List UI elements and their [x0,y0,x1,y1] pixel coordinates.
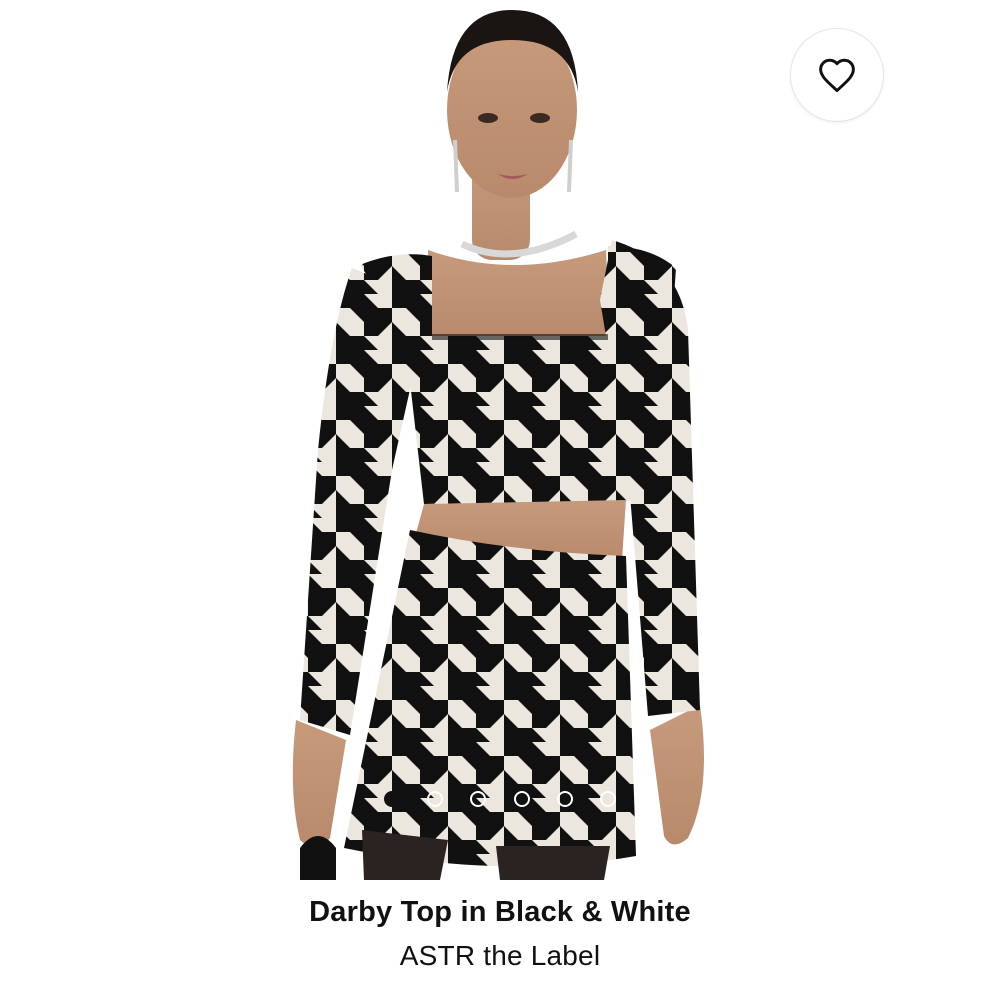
product-brand[interactable]: ASTR the Label [0,940,1000,972]
carousel-pagination [384,787,616,811]
carousel-dot-6[interactable] [599,791,616,807]
carousel-dot-3[interactable] [470,791,487,807]
wishlist-button[interactable] [790,28,884,122]
heart-outline-icon [819,58,855,93]
product-image[interactable] [0,0,1000,880]
product-card: Darby Top in Black & White ASTR the Labe… [0,0,1000,1000]
carousel-dot-4[interactable] [513,791,530,807]
carousel-dot-5[interactable] [556,791,573,807]
carousel-dot-2[interactable] [427,791,444,807]
carousel-dot-1[interactable] [384,791,400,807]
product-title[interactable]: Darby Top in Black & White [0,896,1000,929]
